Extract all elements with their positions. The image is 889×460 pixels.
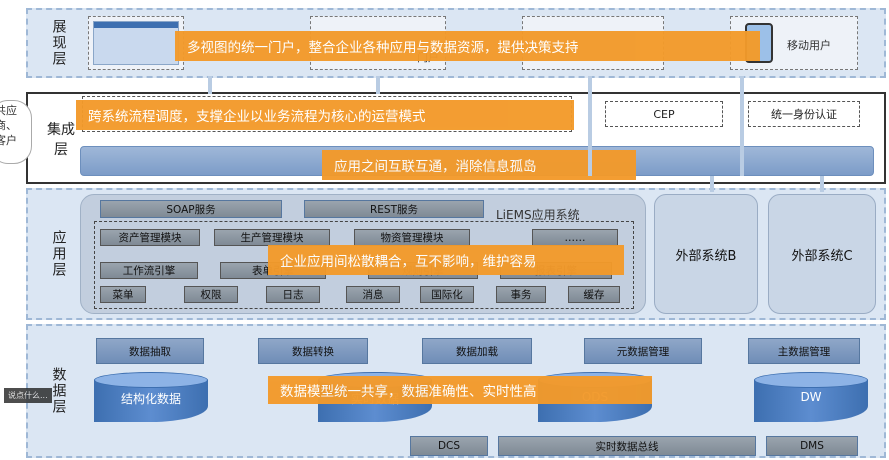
rest-service: REST服务 [304,200,484,218]
app-module-modules-3: …… [532,229,618,246]
connector-4 [740,76,744,176]
presentation-banner: 多视图的统一门户，整合企业各种应用与数据资源，提供决策支持 [175,31,760,61]
connector-2 [376,76,380,94]
integration-banner: 跨系统流程调度，支撑企业以业务流程为核心的运营模式 [76,100,574,130]
connector-5 [710,176,714,192]
data-op-2: 数据加载 [422,338,532,364]
data-store-label: 结构化数据 [120,392,181,406]
cep-box: CEP [605,101,723,127]
sso-box: 统一身份认证 [748,101,860,127]
data-op-1: 数据转换 [258,338,368,364]
mobile-user-label: 移动用户 [787,39,831,52]
dms-box: DMS [766,436,858,456]
app-module-engines-0: 工作流引擎 [100,262,198,279]
soap-service: SOAP服务 [100,200,282,218]
data-store-label: DW [800,390,822,404]
realtime-data-bus: 实时数据总线 [498,436,756,456]
application-banner: 企业应用间松散耦合，互不影响，维护容易 [268,245,624,275]
app-module-services-5: 事务 [496,286,546,303]
data-store-0: 结构化数据 [94,372,208,422]
app-module-services-1: 权限 [184,286,238,303]
external-system-b: 外部系统B [654,194,758,314]
data-op-3: 元数据管理 [584,338,702,364]
connector-3 [588,76,592,176]
connector-1 [208,76,212,94]
data-banner: 数据模型统一共享，数据准确性、实时性高 [268,376,652,404]
app-module-services-4: 国际化 [420,286,474,303]
app-module-modules-0: 资产管理模块 [100,229,200,246]
supplier-customer-note: 共应 商、 客户 [0,100,32,164]
external-system-c: 外部系统C [768,194,876,314]
connector-6 [820,176,824,192]
data-op-0: 数据抽取 [96,338,204,364]
presentation-layer-label: 展现层 [50,19,67,67]
app-module-services-0: 菜单 [100,286,146,303]
data-op-4: 主数据管理 [748,338,860,364]
data-store-3: DW [754,372,868,422]
dcs-box: DCS [410,436,488,456]
application-layer-label: 应用层 [50,230,67,278]
comment-tooltip[interactable]: 说点什么... [4,388,52,403]
integration-layer-label: 集成层 [47,122,75,158]
app-module-services-6: 缓存 [568,286,620,303]
app-module-services-3: 消息 [346,286,400,303]
app-module-modules-1: 生产管理模块 [214,229,330,246]
app-module-services-2: 日志 [266,286,320,303]
portal-screenshot-1 [88,16,184,70]
architecture-diagram: 展现层 门户 移动用户 多视图的统一门户，整合企业各种应用与数据资源，提供决策支… [0,0,889,460]
app-module-modules-2: 物资管理模块 [354,229,470,246]
